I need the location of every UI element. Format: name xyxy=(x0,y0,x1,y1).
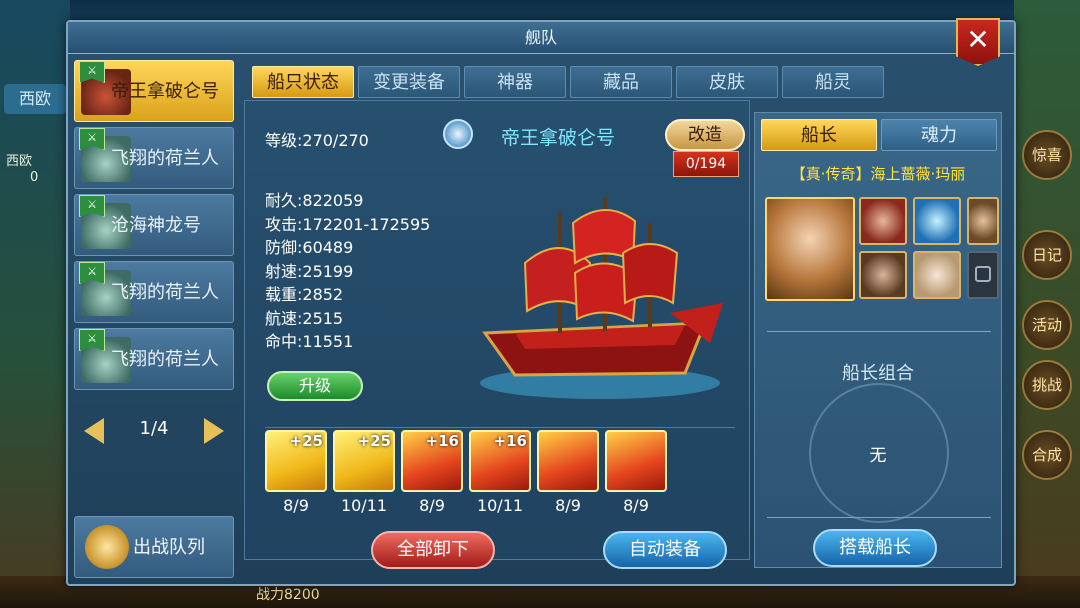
battle-queue-label: 出战队列 xyxy=(133,537,205,558)
upgrade-button[interactable]: 升级 xyxy=(267,371,363,401)
ship-level: 等级:270/270 xyxy=(265,131,369,150)
captain-avatar[interactable] xyxy=(859,251,907,299)
auto-equip-button[interactable]: 自动装备 xyxy=(603,531,727,569)
stat-defense: 防御:60489 xyxy=(265,238,354,257)
ship-list-item[interactable]: ⚔ 沧海神龙号 xyxy=(74,194,234,256)
ship-name: 飞翔的荷兰人 xyxy=(111,148,219,169)
gate-icon xyxy=(537,430,599,492)
ship-hull-icon xyxy=(605,430,667,492)
refit-button[interactable]: 改造 xyxy=(665,119,745,151)
tab-skin[interactable]: 皮肤 xyxy=(676,66,778,98)
surprise-button[interactable]: 惊喜 xyxy=(1022,130,1072,180)
captain-combo-title: 船长组合 xyxy=(842,363,914,384)
ship-list-item[interactable]: ⚔ 飞翔的荷兰人 xyxy=(74,127,234,189)
region-label: 西欧 xyxy=(6,154,33,169)
combat-power-label: 战力8200 xyxy=(256,587,320,603)
activity-button[interactable]: 活动 xyxy=(1022,300,1072,350)
tab-collection[interactable]: 藏品 xyxy=(570,66,672,98)
stat-cargo: 载重:2852 xyxy=(265,285,344,304)
divider xyxy=(767,331,991,332)
stat-speed: 航速:2515 xyxy=(265,308,344,328)
equipment-slot[interactable]: +16 8/9 xyxy=(401,430,463,515)
equipment-slot[interactable]: +25 10/11 xyxy=(333,430,395,515)
synthesis-button[interactable]: 合成 xyxy=(1022,430,1072,480)
equipment-qty: 10/11 xyxy=(340,496,388,515)
equipment-qty: 8/9 xyxy=(555,496,581,515)
captain-avatar[interactable] xyxy=(859,197,907,245)
ship-stats: 耐久:822059 攻击:172201-172595 防御:60489 射速:2… xyxy=(265,189,430,354)
ship-status-panel: 等级:270/270 帝王拿破仑号 改造 0/194 耐久:822059 攻击:… xyxy=(244,100,750,569)
panel-title: 舰队 xyxy=(68,22,1014,54)
close-button[interactable]: ✕ xyxy=(956,18,1000,66)
fleet-panel: 舰队 ✕ ⚔ 帝王拿破仑号 ⚔ 飞翔的荷兰人 ⚔ 沧海神龙号 ⚔ 飞翔的荷兰人 … xyxy=(66,18,1016,586)
ship-list-item[interactable]: ⚔ 飞翔的荷兰人 xyxy=(74,328,234,390)
tab-artifact[interactable]: 神器 xyxy=(464,66,566,98)
ship-title: 帝王拿破仑号 xyxy=(501,127,616,149)
ship-name: 沧海神龙号 xyxy=(111,215,201,236)
next-page-icon[interactable] xyxy=(204,418,224,444)
locked-slot xyxy=(967,251,999,299)
tab-soul-power[interactable]: 魂力 xyxy=(881,119,997,151)
equipment-qty: 10/11 xyxy=(476,496,524,515)
equipment-slot[interactable]: +16 10/11 xyxy=(469,430,531,515)
equipment-slot[interactable]: +25 8/9 xyxy=(265,430,327,515)
captain-avatar[interactable] xyxy=(913,251,961,299)
sail-icon: +16 xyxy=(401,430,463,492)
close-icon: ✕ xyxy=(966,23,990,56)
ship-name: 飞翔的荷兰人 xyxy=(111,349,219,370)
stat-attack: 攻击:172201-172595 xyxy=(265,214,431,234)
gold-ship-icon xyxy=(85,525,129,569)
stat-fire-rate: 射速:25199 xyxy=(265,261,354,281)
tab-ship-spirit[interactable]: 船灵 xyxy=(782,66,884,98)
captain-panel: 船长 魂力 【真·传奇】海上蔷薇·玛丽 船长组合 无 搭载船长 xyxy=(754,112,1002,568)
ship-name: 飞翔的荷兰人 xyxy=(111,282,219,303)
gun-icon: +25 xyxy=(265,430,327,492)
ship-name: 帝王拿破仑号 xyxy=(111,81,219,102)
ship-list: ⚔ 帝王拿破仑号 ⚔ 飞翔的荷兰人 ⚔ 沧海神龙号 ⚔ 飞翔的荷兰人 ⚔ 飞翔的… xyxy=(74,60,236,395)
refit-count: 0/194 xyxy=(673,151,739,177)
equipment-row: +25 8/9 +25 10/11 +16 8/9 +16 10/11 8/9 xyxy=(265,427,735,515)
captain-name: 【真·传奇】海上蔷薇·玛丽 xyxy=(790,165,966,183)
stat-durability: 耐久:822059 xyxy=(265,191,364,210)
captain-portrait[interactable] xyxy=(765,197,855,301)
ship-list-pager: 1/4 xyxy=(74,406,234,456)
ship-list-item[interactable]: ⚔ 帝王拿破仑号 xyxy=(74,60,234,122)
challenge-button[interactable]: 挑战 xyxy=(1022,360,1072,410)
ship-list-item[interactable]: ⚔ 飞翔的荷兰人 xyxy=(74,261,234,323)
equipment-qty: 8/9 xyxy=(283,496,309,515)
captain-avatar[interactable] xyxy=(967,197,999,245)
cannonball-icon: +16 xyxy=(469,430,531,492)
region-count: 0 xyxy=(30,170,39,185)
ship-model-image xyxy=(480,198,723,399)
cannon-icon: +25 xyxy=(333,430,395,492)
tab-captain[interactable]: 船长 xyxy=(761,119,877,151)
equipment-qty: 8/9 xyxy=(419,496,445,515)
stat-accuracy: 命中:11551 xyxy=(265,332,354,351)
load-captain-button[interactable]: 搭载船长 xyxy=(813,529,937,567)
captain-combo-value: 无 xyxy=(869,446,887,466)
battle-queue-button[interactable]: 出战队列 xyxy=(74,516,234,578)
captain-avatar[interactable] xyxy=(913,197,961,245)
tab-change-equipment[interactable]: 变更装备 xyxy=(358,66,460,98)
region-tab[interactable]: 西欧 xyxy=(4,84,66,114)
unload-all-button[interactable]: 全部卸下 xyxy=(371,531,495,569)
tab-ship-status[interactable]: 船只状态 xyxy=(252,66,354,98)
divider xyxy=(767,517,991,518)
equipment-slot[interactable]: 8/9 xyxy=(537,430,599,515)
share-icon[interactable] xyxy=(443,119,473,149)
equipment-qty: 8/9 xyxy=(623,496,649,515)
diary-button[interactable]: 日记 xyxy=(1022,230,1072,280)
equipment-slot[interactable]: 8/9 xyxy=(605,430,667,515)
lock-icon xyxy=(975,266,991,282)
